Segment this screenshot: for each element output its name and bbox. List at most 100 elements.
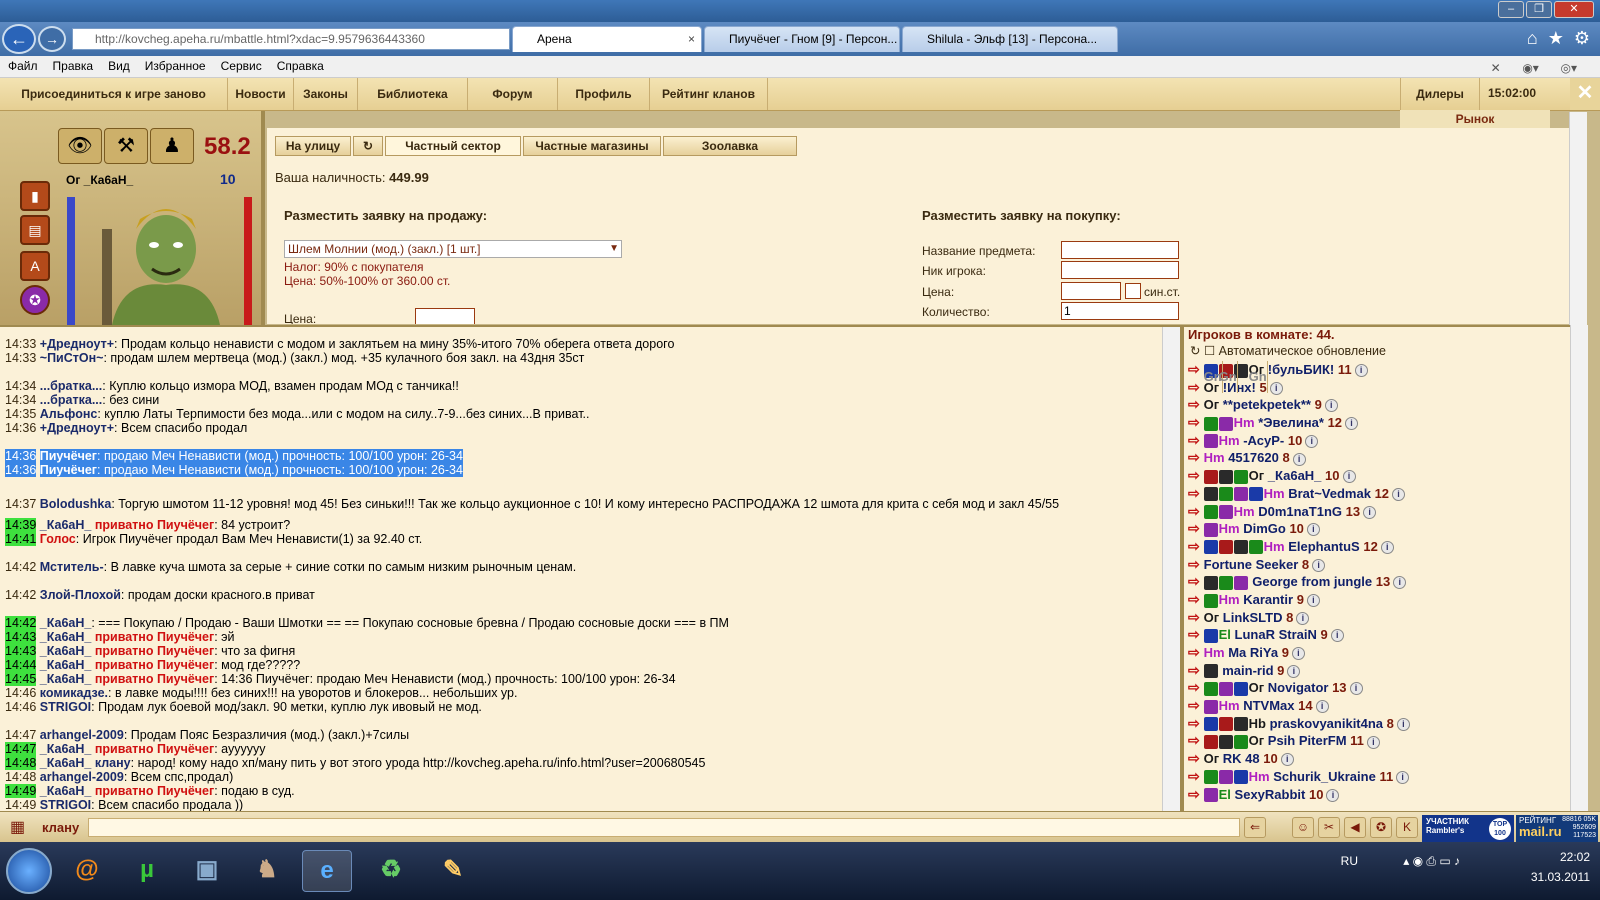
chat-timestamp[interactable]: 14:48 xyxy=(5,756,37,770)
private-arrow-icon[interactable]: ⇨ xyxy=(1188,503,1204,519)
private-arrow-icon[interactable]: ⇨ xyxy=(1188,697,1204,713)
chat-nick[interactable]: STRIGOI xyxy=(40,700,91,714)
player-name[interactable]: LunaR StraiN xyxy=(1235,627,1317,642)
info-icon[interactable]: i xyxy=(1366,735,1380,749)
chat-timestamp[interactable]: 14:42 xyxy=(5,560,36,574)
nav-rejoin[interactable]: Присоединиться к игре заново xyxy=(0,78,228,110)
player-row[interactable]: ⇨ Ог !бульБИК! 11 i xyxy=(1188,361,1568,379)
back-arrow-icon[interactable]: ⇐ xyxy=(1244,817,1266,838)
info-icon[interactable]: i xyxy=(1354,364,1368,378)
player-row[interactable]: ⇨ El SexyRabbit 10 i xyxy=(1188,786,1568,804)
minimize-button[interactable]: – xyxy=(1498,1,1524,18)
chat-nick[interactable]: STRIGOI xyxy=(40,798,91,811)
private-arrow-icon[interactable]: ⇨ xyxy=(1188,768,1204,784)
info-icon[interactable]: i xyxy=(1363,505,1377,519)
player-row[interactable]: ⇨ El LunaR StraiN 9i xyxy=(1188,626,1568,644)
letter-a-icon[interactable]: A xyxy=(20,251,50,281)
buy-price-input[interactable] xyxy=(1061,282,1121,300)
player-name[interactable]: praskovyanikit4na xyxy=(1270,716,1383,731)
info-icon[interactable]: i xyxy=(1306,523,1320,537)
address-bar[interactable]: http://kovcheg.apeha.ru/mbattle.html?xda… xyxy=(72,28,510,50)
player-row[interactable]: ⇨ Ог RK 48 10 i xyxy=(1188,750,1568,768)
refresh-icon[interactable]: ↻ xyxy=(353,136,383,156)
private-arrow-icon[interactable]: ⇨ xyxy=(1188,467,1204,483)
private-arrow-icon[interactable]: ⇨ xyxy=(1188,573,1204,589)
chat-timestamp[interactable]: 14:42 xyxy=(5,588,36,602)
chat-nick[interactable]: _Ка6аН_ xyxy=(40,644,92,658)
chat-nick[interactable]: Пиучёчег xyxy=(39,449,98,463)
chat-private-target[interactable]: приватно Пиучёчег xyxy=(95,644,214,658)
chat-timestamp[interactable]: 14:45 xyxy=(5,672,37,686)
chat-private-target[interactable]: приватно Пиучёчег xyxy=(95,630,214,644)
players-scrollbar[interactable] xyxy=(1570,325,1588,811)
pentagram-icon[interactable]: ✪ xyxy=(20,285,50,315)
private-arrow-icon[interactable]: ⇨ xyxy=(1188,626,1204,642)
nav-laws[interactable]: Законы xyxy=(294,78,358,110)
info-icon[interactable]: i xyxy=(1305,434,1319,448)
chat-nick[interactable]: _Ка6аН_ xyxy=(40,756,92,770)
player-row[interactable]: ⇨ Ог LinkSLTD 8i xyxy=(1188,609,1568,627)
player-row[interactable]: ⇨ Hm ElephantuS 12 i xyxy=(1188,538,1568,556)
chat-timestamp[interactable]: 14:41 xyxy=(5,532,37,546)
private-arrow-icon[interactable]: ⇨ xyxy=(1188,750,1204,766)
private-arrow-icon[interactable]: ⇨ xyxy=(1188,538,1204,554)
info-icon[interactable]: i xyxy=(1280,753,1294,767)
private-arrow-icon[interactable]: ⇨ xyxy=(1188,662,1204,678)
channel-icon[interactable]: ▦ xyxy=(10,817,36,839)
chat-timestamp[interactable]: 14:46 xyxy=(5,700,36,714)
player-name[interactable]: NTVMax xyxy=(1243,698,1294,713)
chat-private-target[interactable]: приватно Пиучёчег xyxy=(95,658,214,672)
player-name[interactable]: Ma RiYa xyxy=(1228,645,1278,660)
info-icon[interactable]: i xyxy=(1287,664,1301,678)
private-arrow-icon[interactable]: ⇨ xyxy=(1188,520,1204,536)
info-icon[interactable]: i xyxy=(1291,647,1305,661)
chat-nick[interactable]: Альфонс xyxy=(40,407,98,421)
private-arrow-icon[interactable]: ⇨ xyxy=(1188,432,1204,448)
player-row[interactable]: ⇨ Hm *Эвелина* 12 i xyxy=(1188,414,1568,432)
chat-timestamp[interactable]: 14:46 xyxy=(5,686,36,700)
chat-timestamp[interactable]: 14:35 xyxy=(5,407,36,421)
mute-icon[interactable]: ◀ xyxy=(1344,817,1366,838)
player-name[interactable]: Schurik_Ukraine xyxy=(1273,769,1376,784)
private-arrow-icon[interactable]: ⇨ xyxy=(1188,379,1204,395)
item-select[interactable]: Шлем Молнии (мод.) (закл.) [1 шт.] ▼ xyxy=(284,240,622,258)
player-row[interactable]: ⇨ Hm -АсуР- 10 i xyxy=(1188,432,1568,450)
player-row[interactable]: ⇨ Ог _Ка6аН_ 10 i xyxy=(1188,467,1568,485)
player-row[interactable]: ⇨ Gn main-rid 9i xyxy=(1188,361,1568,680)
chat-channel[interactable]: клану xyxy=(42,820,79,835)
menu-help[interactable]: Справка xyxy=(269,56,331,73)
refresh-icon[interactable]: ↻ ☐ xyxy=(1190,344,1215,358)
chat-nick[interactable]: _Ка6аН_ xyxy=(40,784,92,798)
tab-private-sector[interactable]: Частный сектор xyxy=(385,136,521,156)
chat-timestamp[interactable]: 14:48 xyxy=(5,770,36,784)
book-icon[interactable]: ▤ xyxy=(20,215,50,245)
chat-nick[interactable]: _Ка6аН_ xyxy=(40,742,92,756)
private-arrow-icon[interactable]: ⇨ xyxy=(1188,414,1204,430)
chat-nick[interactable]: Злой-Плохой xyxy=(40,588,121,602)
eye-icon[interactable]: 👁 xyxy=(58,128,102,164)
tab-street[interactable]: На улицу xyxy=(275,136,351,156)
back-button[interactable]: ← xyxy=(2,24,36,54)
chat-timestamp[interactable]: 14:43 xyxy=(5,630,37,644)
chat-nick[interactable]: ~ПиСтОн~ xyxy=(40,351,104,365)
language-indicator[interactable]: RU xyxy=(1341,854,1358,868)
player-row[interactable]: ⇨ Hm Karantir 9i xyxy=(1188,591,1568,609)
chat-private-target[interactable]: приватно Пиучёчег xyxy=(95,784,214,798)
player-row[interactable]: ⇨ Hm 4517620 8i xyxy=(1188,449,1568,467)
player-row[interactable]: ⇨ Ог **petekpetek** 9i xyxy=(1188,396,1568,414)
pentagram-icon[interactable]: ✪ xyxy=(1370,817,1392,838)
tab-arena[interactable]: Арена × xyxy=(512,26,702,52)
chat-nick[interactable]: Голос xyxy=(40,532,76,546)
nav-profile[interactable]: Профиль xyxy=(558,78,650,110)
globe-icon[interactable]: ◎▾ xyxy=(1553,58,1585,75)
chat-timestamp[interactable]: 14:36 xyxy=(5,421,36,435)
tab-close-icon[interactable]: × xyxy=(688,27,695,51)
menu-edit[interactable]: Правка xyxy=(45,56,101,73)
player-row[interactable]: ⇨ Hm Schurik_Ukraine 11 i xyxy=(1188,768,1568,786)
player-row[interactable]: ⇨ Gn Fortune Seeker 8i xyxy=(1188,361,1568,574)
private-arrow-icon[interactable]: ⇨ xyxy=(1188,485,1204,501)
ask-icon[interactable]: ◉▾ xyxy=(1514,58,1546,75)
player-name[interactable]: !бульБИК! xyxy=(1268,362,1334,377)
close-icon[interactable]: ✕ xyxy=(1483,58,1508,75)
player-name[interactable]: SexyRabbit xyxy=(1235,787,1306,802)
